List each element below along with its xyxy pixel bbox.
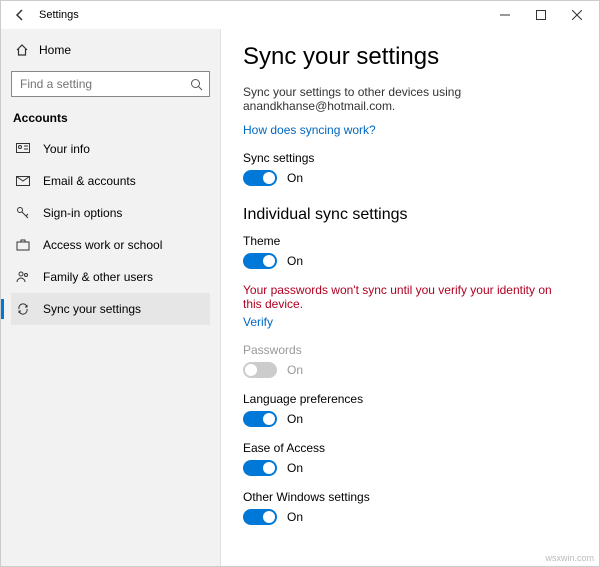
titlebar: Settings <box>1 1 599 29</box>
individual-heading: Individual sync settings <box>243 206 577 224</box>
language-toggle-row: On <box>243 411 577 427</box>
sidebar-item-family-users[interactable]: Family & other users <box>11 261 210 293</box>
sync-settings-state: On <box>287 171 303 185</box>
home-label: Home <box>39 43 71 57</box>
sidebar-item-label: Email & accounts <box>43 174 136 188</box>
passwords-label: Passwords <box>243 343 577 357</box>
passwords-toggle-row: On <box>243 362 577 378</box>
help-link[interactable]: How does syncing work? <box>243 123 376 137</box>
key-icon <box>15 206 31 220</box>
other-toggle-row: On <box>243 509 577 525</box>
sidebar-category: Accounts <box>13 111 208 125</box>
passwords-toggle <box>243 362 277 378</box>
password-warning: Your passwords won't sync until you veri… <box>243 283 563 311</box>
passwords-state: On <box>287 363 303 377</box>
theme-toggle-row: On <box>243 253 577 269</box>
close-icon <box>572 10 582 20</box>
ease-label: Ease of Access <box>243 441 577 455</box>
language-label: Language preferences <box>243 392 577 406</box>
search-box[interactable] <box>11 71 210 97</box>
sync-description: Sync your settings to other devices usin… <box>243 85 543 113</box>
search-icon <box>183 78 209 91</box>
sidebar-item-label: Sync your settings <box>43 302 141 316</box>
settings-window: Settings Home Accounts Your info <box>0 0 600 567</box>
ease-state: On <box>287 461 303 475</box>
language-toggle[interactable] <box>243 411 277 427</box>
sidebar-item-label: Access work or school <box>43 238 162 252</box>
sidebar: Home Accounts Your info Email & accounts <box>1 29 221 566</box>
page-title: Sync your settings <box>243 43 577 71</box>
search-input[interactable] <box>12 77 183 91</box>
mail-icon <box>15 176 31 186</box>
sidebar-item-email-accounts[interactable]: Email & accounts <box>11 165 210 197</box>
home-nav[interactable]: Home <box>11 37 210 63</box>
sync-settings-toggle[interactable] <box>243 170 277 186</box>
body: Home Accounts Your info Email & accounts <box>1 29 599 566</box>
watermark: wsxwin.com <box>545 553 594 563</box>
theme-toggle[interactable] <box>243 253 277 269</box>
sync-icon <box>15 302 31 316</box>
language-state: On <box>287 412 303 426</box>
sidebar-item-your-info[interactable]: Your info <box>11 133 210 165</box>
verify-link[interactable]: Verify <box>243 315 273 329</box>
window-controls <box>487 1 595 29</box>
sync-settings-toggle-row: On <box>243 170 577 186</box>
minimize-icon <box>500 10 510 20</box>
ease-toggle-row: On <box>243 460 577 476</box>
close-button[interactable] <box>559 1 595 29</box>
other-state: On <box>287 510 303 524</box>
maximize-button[interactable] <box>523 1 559 29</box>
sidebar-item-label: Your info <box>43 142 90 156</box>
theme-label: Theme <box>243 234 577 248</box>
theme-state: On <box>287 254 303 268</box>
other-toggle[interactable] <box>243 509 277 525</box>
sidebar-nav: Your info Email & accounts Sign-in optio… <box>11 133 210 325</box>
sync-settings-label: Sync settings <box>243 151 577 165</box>
sidebar-item-label: Family & other users <box>43 270 153 284</box>
app-title: Settings <box>39 9 79 21</box>
back-arrow-icon <box>13 8 27 22</box>
person-card-icon <box>15 143 31 155</box>
back-button[interactable] <box>5 4 35 26</box>
sidebar-item-access-work-school[interactable]: Access work or school <box>11 229 210 261</box>
content-pane: Sync your settings Sync your settings to… <box>221 29 599 566</box>
people-icon <box>15 271 31 283</box>
maximize-icon <box>536 10 546 20</box>
briefcase-icon <box>15 239 31 251</box>
home-icon <box>15 43 29 57</box>
sidebar-item-sync-settings[interactable]: Sync your settings <box>11 293 210 325</box>
ease-toggle[interactable] <box>243 460 277 476</box>
minimize-button[interactable] <box>487 1 523 29</box>
sidebar-item-label: Sign-in options <box>43 206 122 220</box>
other-label: Other Windows settings <box>243 490 577 504</box>
sidebar-item-signin-options[interactable]: Sign-in options <box>11 197 210 229</box>
